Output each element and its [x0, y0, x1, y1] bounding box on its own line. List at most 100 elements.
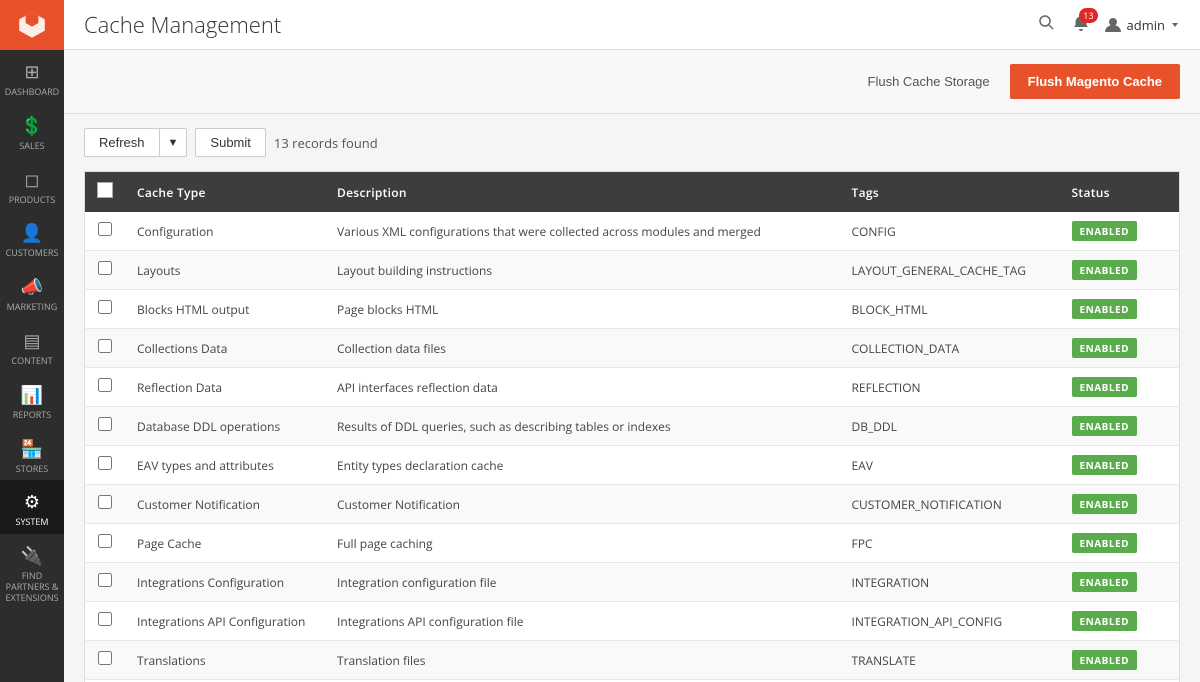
row-checkbox[interactable]	[98, 378, 112, 392]
row-description: Collection data files	[325, 329, 840, 368]
row-description: Integrations API configuration file	[325, 602, 840, 641]
row-tags: DB_DDL	[840, 407, 1060, 446]
row-checkbox[interactable]	[98, 495, 112, 509]
sidebar-item-sales[interactable]: 💲 Sales	[0, 104, 64, 158]
submit-button[interactable]: Submit	[195, 128, 265, 157]
row-checkbox-cell	[85, 368, 126, 407]
sidebar-item-products[interactable]: ◻ Products	[0, 158, 64, 212]
sidebar-item-system[interactable]: ⚙ System	[0, 480, 64, 534]
row-status: ENABLED	[1060, 641, 1180, 680]
row-checkbox[interactable]	[98, 612, 112, 626]
sidebar-item-label: Content	[11, 356, 52, 367]
row-description: Integration configuration file	[325, 563, 840, 602]
table-header-tags: Tags	[840, 172, 1060, 213]
row-checkbox[interactable]	[98, 534, 112, 548]
row-description: Customer Notification	[325, 485, 840, 524]
toolbar: Refresh ▼ Submit 13 records found	[84, 128, 1180, 157]
row-cache-type: EAV types and attributes	[125, 446, 325, 485]
select-all-checkbox[interactable]	[97, 182, 113, 198]
search-icon	[1038, 14, 1054, 30]
status-badge: ENABLED	[1072, 416, 1138, 436]
row-tags: EAV	[840, 446, 1060, 485]
table-header-description: Description	[325, 172, 840, 213]
sidebar-item-content[interactable]: ▤ Content	[0, 319, 64, 373]
row-status: ENABLED	[1060, 407, 1180, 446]
row-status: ENABLED	[1060, 290, 1180, 329]
sidebar-item-label: Dashboard	[5, 87, 59, 98]
table-header-checkbox	[85, 172, 126, 213]
row-cache-type: Blocks HTML output	[125, 290, 325, 329]
table-row: EAV types and attributes Entity types de…	[85, 446, 1180, 485]
row-tags: COLLECTION_DATA	[840, 329, 1060, 368]
status-badge: ENABLED	[1072, 299, 1138, 319]
status-badge: ENABLED	[1072, 377, 1138, 397]
row-cache-type: Configuration	[125, 212, 325, 251]
header-actions: 13 admin	[1034, 10, 1180, 39]
sidebar-item-extensions[interactable]: 🔌 FIND PARTNERS & EXTENSIONS	[0, 534, 64, 609]
status-badge: ENABLED	[1072, 533, 1138, 553]
cache-table: Cache Type Description Tags Status Confi…	[84, 171, 1180, 682]
search-button[interactable]	[1034, 10, 1058, 39]
row-cache-type: Customer Notification	[125, 485, 325, 524]
row-checkbox[interactable]	[98, 573, 112, 587]
row-cache-type: Page Cache	[125, 524, 325, 563]
table-header-status: Status	[1060, 172, 1180, 213]
row-cache-type: Reflection Data	[125, 368, 325, 407]
sidebar-item-dashboard[interactable]: ⊞ Dashboard	[0, 50, 64, 104]
products-icon: ◻	[25, 168, 40, 192]
row-checkbox[interactable]	[98, 651, 112, 665]
content-icon: ▤	[23, 329, 40, 353]
table-row: Configuration Various XML configurations…	[85, 212, 1180, 251]
row-checkbox[interactable]	[98, 261, 112, 275]
row-description: API interfaces reflection data	[325, 368, 840, 407]
status-badge: ENABLED	[1072, 338, 1138, 358]
row-checkbox[interactable]	[98, 222, 112, 236]
refresh-dropdown-button[interactable]: ▼	[159, 128, 188, 157]
row-tags: TRANSLATE	[840, 641, 1060, 680]
sidebar-item-customers[interactable]: 👤 Customers	[0, 211, 64, 265]
row-status: ENABLED	[1060, 563, 1180, 602]
row-tags: FPC	[840, 524, 1060, 563]
row-checkbox-cell	[85, 641, 126, 680]
sidebar-item-label: Reports	[13, 410, 51, 421]
sidebar-item-stores[interactable]: 🏪 Stores	[0, 427, 64, 481]
notification-badge[interactable]: 13	[1072, 14, 1090, 36]
row-checkbox-cell	[85, 485, 126, 524]
sidebar-item-label: Products	[9, 195, 56, 206]
refresh-button-group: Refresh ▼	[84, 128, 187, 157]
row-checkbox-cell	[85, 329, 126, 368]
sidebar-item-reports[interactable]: 📊 Reports	[0, 373, 64, 427]
admin-username: admin	[1127, 16, 1165, 34]
row-checkbox[interactable]	[98, 456, 112, 470]
main-content: Cache Management 13 admin	[64, 0, 1200, 682]
status-badge: ENABLED	[1072, 494, 1138, 514]
row-checkbox[interactable]	[98, 300, 112, 314]
status-badge: ENABLED	[1072, 611, 1138, 631]
flush-cache-storage-button[interactable]: Flush Cache Storage	[860, 70, 998, 93]
row-tags: CUSTOMER_NOTIFICATION	[840, 485, 1060, 524]
sidebar-item-marketing[interactable]: 📣 Marketing	[0, 265, 64, 319]
sidebar-item-label: FIND PARTNERS & EXTENSIONS	[4, 571, 60, 603]
reports-icon: 📊	[21, 383, 43, 407]
refresh-button[interactable]: Refresh	[84, 128, 159, 157]
row-checkbox-cell	[85, 602, 126, 641]
row-tags: BLOCK_HTML	[840, 290, 1060, 329]
row-status: ENABLED	[1060, 446, 1180, 485]
row-checkbox-cell	[85, 251, 126, 290]
admin-user-menu[interactable]: admin	[1104, 16, 1180, 34]
row-description: Entity types declaration cache	[325, 446, 840, 485]
sidebar-logo[interactable]	[0, 0, 64, 50]
row-status: ENABLED	[1060, 524, 1180, 563]
system-icon: ⚙	[24, 490, 40, 514]
row-checkbox[interactable]	[98, 339, 112, 353]
flush-magento-cache-button[interactable]: Flush Magento Cache	[1010, 64, 1180, 99]
table-row: Integrations Configuration Integration c…	[85, 563, 1180, 602]
status-badge: ENABLED	[1072, 221, 1138, 241]
customers-icon: 👤	[21, 221, 43, 245]
row-checkbox-cell	[85, 563, 126, 602]
row-cache-type: Integrations API Configuration	[125, 602, 325, 641]
row-checkbox[interactable]	[98, 417, 112, 431]
row-cache-type: Collections Data	[125, 329, 325, 368]
table-row: Translations Translation files TRANSLATE…	[85, 641, 1180, 680]
sidebar-item-label: System	[16, 517, 49, 528]
